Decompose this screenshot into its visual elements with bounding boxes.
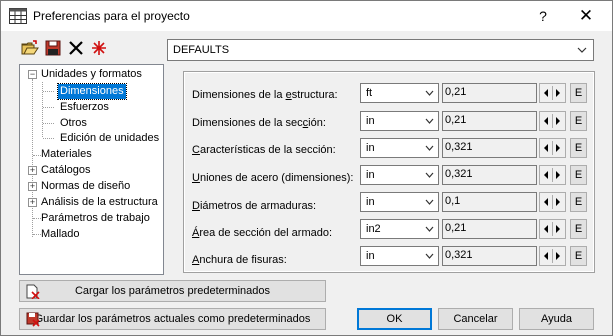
delete-icon[interactable] <box>67 39 85 57</box>
close-button[interactable]: ✕ <box>571 5 601 27</box>
arrow-right-icon[interactable] <box>556 252 560 260</box>
app-table-icon <box>9 8 27 24</box>
tree-collapse-icon[interactable]: − <box>28 70 37 79</box>
row-label-area-armado: Área de sección del armado: <box>192 227 333 239</box>
settings-tree[interactable]: − Unidades y formatos Dimensiones Esfuer… <box>19 64 164 275</box>
precision-spinner[interactable] <box>539 138 566 158</box>
exponent-button[interactable]: E <box>570 219 587 239</box>
unit-dropdown-area-armado[interactable]: in2 <box>360 219 439 239</box>
title-bar: Preferencias para el proyecto ? ✕ <box>1 1 612 31</box>
tree-item-otros[interactable]: Otros <box>60 116 87 131</box>
open-folder-icon[interactable] <box>21 39 39 57</box>
arrow-right-icon[interactable] <box>556 171 560 179</box>
arrow-right-icon[interactable] <box>556 89 560 97</box>
precision-field-diametros[interactable]: 0,1 <box>442 192 537 212</box>
row-label-fisuras: Anchura de fisuras: <box>192 254 287 266</box>
precision-field-seccion[interactable]: 0,21 <box>442 111 537 131</box>
tree-expand-icon[interactable]: + <box>28 198 37 207</box>
chevron-down-icon <box>424 87 435 99</box>
precision-field-caracteristicas[interactable]: 0,321 <box>442 138 537 158</box>
chevron-down-icon <box>424 169 435 181</box>
load-defaults-button[interactable]: Cargar los parámetros predeterminados <box>19 280 326 302</box>
save-as-defaults-icon <box>26 312 40 327</box>
exponent-button[interactable]: E <box>570 83 587 103</box>
unit-dropdown-estructura[interactable]: ft <box>360 83 439 103</box>
chevron-down-icon <box>424 250 435 262</box>
row-label-caracteristicas: Características de la sección: <box>192 144 336 156</box>
tree-item-normas-diseno[interactable]: Normas de diseño <box>41 179 130 194</box>
tree-item-dimensiones[interactable]: Dimensiones <box>57 83 127 100</box>
unit-dropdown-uniones[interactable]: in <box>360 165 439 185</box>
exponent-button[interactable]: E <box>570 138 587 158</box>
chevron-down-icon <box>424 115 435 127</box>
row-label-seccion: Dimensiones de la sección: <box>192 117 326 129</box>
tree-expand-icon[interactable]: + <box>28 182 37 191</box>
precision-field-uniones[interactable]: 0,321 <box>442 165 537 185</box>
preset-dropdown[interactable]: DEFAULTS <box>167 39 594 61</box>
preferences-dialog: Preferencias para el proyecto ? ✕ DEFAUL… <box>0 0 613 336</box>
unit-dropdown-seccion[interactable]: in <box>360 111 439 131</box>
unit-dropdown-caracteristicas[interactable]: in <box>360 138 439 158</box>
precision-spinner[interactable] <box>539 83 566 103</box>
precision-field-fisuras[interactable]: 0,321 <box>442 246 537 266</box>
precision-spinner[interactable] <box>539 192 566 212</box>
arrow-left-icon[interactable] <box>544 117 548 125</box>
tree-item-materiales[interactable]: Materiales <box>41 147 92 162</box>
precision-field-area-armado[interactable]: 0,21 <box>442 219 537 239</box>
arrow-left-icon[interactable] <box>544 198 548 206</box>
arrow-right-icon[interactable] <box>556 144 560 152</box>
help-button[interactable]: Ayuda <box>519 308 594 330</box>
arrow-left-icon[interactable] <box>544 252 548 260</box>
chevron-down-icon <box>576 43 588 57</box>
load-defaults-label: Cargar los parámetros predeterminados <box>74 285 271 297</box>
save-as-defaults-label: Guardar los parámetros actuales como pre… <box>34 313 311 325</box>
save-as-defaults-button[interactable]: Guardar los parámetros actuales como pre… <box>19 308 326 330</box>
window-title: Preferencias para el proyecto <box>33 9 190 23</box>
precision-spinner[interactable] <box>539 246 566 266</box>
chevron-down-icon <box>424 142 435 154</box>
precision-spinner[interactable] <box>539 165 566 185</box>
tree-item-mallado[interactable]: Mallado <box>41 227 80 242</box>
arrow-left-icon[interactable] <box>544 89 548 97</box>
chevron-down-icon <box>424 223 435 235</box>
arrow-left-icon[interactable] <box>544 144 548 152</box>
load-defaults-icon <box>26 284 40 300</box>
unit-dropdown-fisuras[interactable]: in <box>360 246 439 266</box>
tree-item-catalogos[interactable]: Catálogos <box>41 163 91 178</box>
row-label-diametros: Diámetros de armaduras: <box>192 200 317 212</box>
arrow-left-icon[interactable] <box>544 225 548 233</box>
tree-item-parametros-trabajo[interactable]: Parámetros de trabajo <box>41 211 150 226</box>
tree-item-unidades[interactable]: Unidades y formatos <box>41 67 142 82</box>
row-label-estructura: Dimensiones de la estructura: <box>192 89 338 101</box>
arrow-right-icon[interactable] <box>556 225 560 233</box>
exponent-button[interactable]: E <box>570 192 587 212</box>
exponent-button[interactable]: E <box>570 246 587 266</box>
ok-button[interactable]: OK <box>357 308 432 330</box>
row-label-uniones: Uniones de acero (dimensiones): <box>192 172 354 184</box>
precision-field-estructura[interactable]: 0,21 <box>442 83 537 103</box>
cancel-button[interactable]: Cancelar <box>438 308 513 330</box>
reset-icon[interactable] <box>90 39 108 57</box>
tree-item-edicion-unidades[interactable]: Edición de unidades <box>60 131 159 146</box>
arrow-right-icon[interactable] <box>556 198 560 206</box>
precision-spinner[interactable] <box>539 219 566 239</box>
chevron-down-icon <box>424 196 435 208</box>
tree-item-esfuerzos[interactable]: Esfuerzos <box>60 100 109 115</box>
save-icon[interactable] <box>44 39 62 57</box>
precision-spinner[interactable] <box>539 111 566 131</box>
arrow-right-icon[interactable] <box>556 117 560 125</box>
help-title-button[interactable]: ? <box>528 5 558 27</box>
exponent-button[interactable]: E <box>570 165 587 185</box>
tree-item-analisis-estructura[interactable]: Análisis de la estructura <box>41 195 158 210</box>
unit-dropdown-diametros[interactable]: in <box>360 192 439 212</box>
exponent-button[interactable]: E <box>570 111 587 131</box>
tree-expand-icon[interactable]: + <box>28 166 37 175</box>
preset-value: DEFAULTS <box>173 44 230 56</box>
arrow-left-icon[interactable] <box>544 171 548 179</box>
